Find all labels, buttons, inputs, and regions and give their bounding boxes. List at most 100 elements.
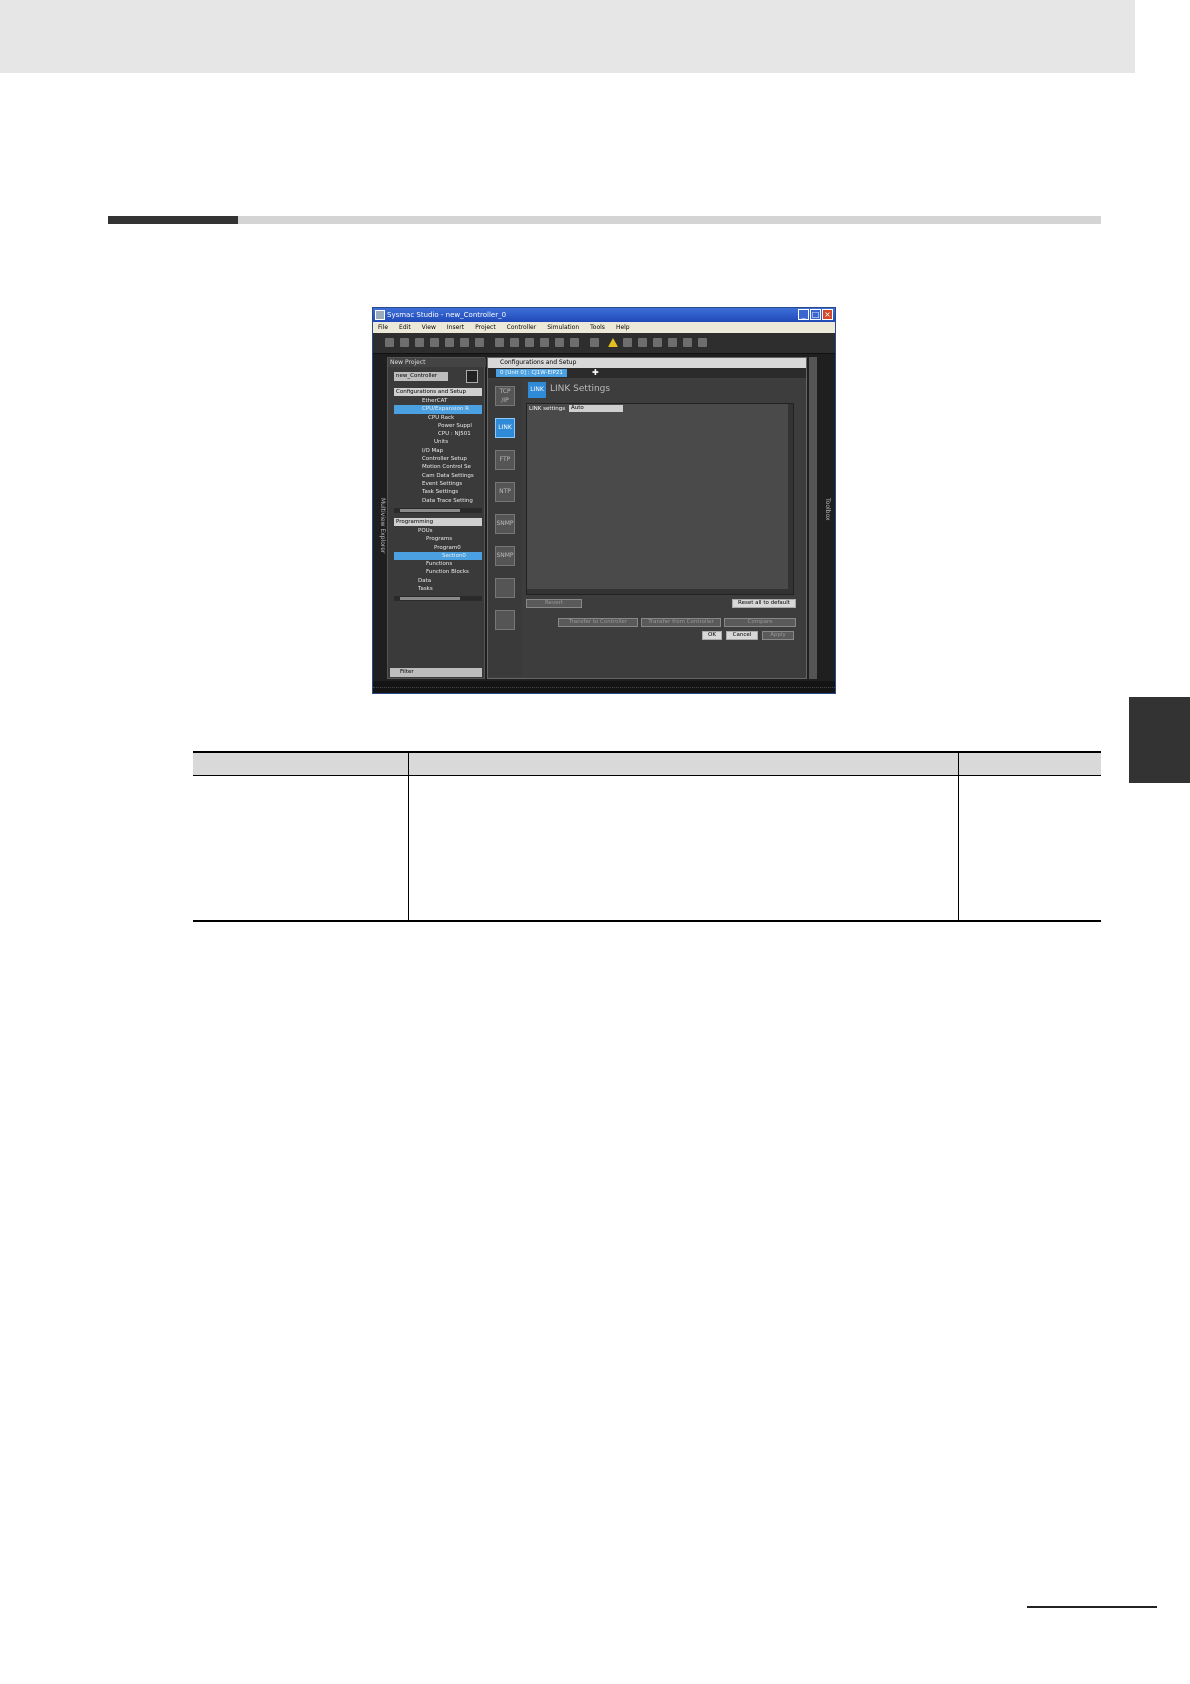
- snmp-trap-icon[interactable]: SNMP: [495, 546, 515, 566]
- toolbar-button-icon[interactable]: [495, 338, 504, 347]
- toolbar-button-icon[interactable]: [638, 338, 647, 347]
- menu-view[interactable]: View: [417, 322, 442, 333]
- controller-select[interactable]: new_Controller: [394, 372, 448, 381]
- toolbar-button-icon[interactable]: [668, 338, 677, 347]
- settings-area: LINK settings Auto: [526, 403, 794, 595]
- menu-help[interactable]: Help: [611, 322, 636, 333]
- tree-item-tasks[interactable]: Tasks: [394, 585, 482, 593]
- tree-item-motion-control[interactable]: Motion Control Se: [394, 463, 482, 471]
- routing-icon[interactable]: [495, 610, 515, 630]
- tree-item-data[interactable]: Data: [394, 577, 482, 585]
- settings-vertical-scrollbar[interactable]: [788, 404, 793, 594]
- warning-icon[interactable]: [608, 338, 618, 347]
- toolbar-button-icon[interactable]: [698, 338, 707, 347]
- toolbar-button-icon[interactable]: [555, 338, 564, 347]
- tree-item-function-blocks[interactable]: Function Blocks: [394, 568, 482, 576]
- filter-bar[interactable]: Filter: [390, 668, 482, 677]
- minimize-button[interactable]: _: [798, 309, 809, 320]
- undo-icon[interactable]: [445, 338, 454, 347]
- explorer-scrollbar[interactable]: [394, 508, 482, 513]
- programming-tree: POUs Programs Program0 Section0 Function…: [394, 527, 482, 593]
- menu-bar: File Edit View Insert Project Controller…: [373, 322, 835, 333]
- tree-item-functions[interactable]: Functions: [394, 560, 482, 568]
- menu-tools[interactable]: Tools: [585, 322, 611, 333]
- tree-item-task-settings[interactable]: Task Settings: [394, 488, 482, 496]
- toolbar-button-icon[interactable]: [570, 338, 579, 347]
- maximize-button[interactable]: □: [810, 309, 821, 320]
- tree-item-pous[interactable]: POUs: [394, 527, 482, 535]
- section-rule: [108, 216, 1101, 224]
- transfer-from-controller-button[interactable]: Transfer from Controller: [641, 618, 721, 627]
- apply-button[interactable]: Apply: [762, 631, 794, 640]
- link-icon[interactable]: LINK: [495, 418, 515, 438]
- status-bar: [373, 681, 835, 693]
- ntp-icon[interactable]: NTP: [495, 482, 515, 502]
- screenshot-window: Sysmac Studio - new_Controller_0 _ □ × F…: [372, 307, 836, 694]
- reset-all-button[interactable]: Reset all to default: [732, 599, 796, 608]
- tree-item-units[interactable]: Units: [394, 438, 482, 446]
- snmp-icon[interactable]: SNMP: [495, 514, 515, 534]
- toolbar-button-icon[interactable]: [540, 338, 549, 347]
- toolbar-button-icon[interactable]: [415, 338, 424, 347]
- ok-button[interactable]: OK: [702, 631, 722, 640]
- tree-item-ethercat[interactable]: EtherCAT: [394, 397, 482, 405]
- ftp-icon[interactable]: FTP: [495, 450, 515, 470]
- tree-item-data-trace[interactable]: Data Trace Setting: [394, 497, 482, 505]
- tree-item-cam-data[interactable]: Cam Data Settings: [394, 472, 482, 480]
- tab-unit0[interactable]: 0 [Unit 0] : CJ1W-EIP21: [496, 369, 567, 377]
- add-tab-icon[interactable]: ✚: [592, 368, 599, 378]
- close-button[interactable]: ×: [822, 309, 833, 320]
- menu-insert[interactable]: Insert: [442, 322, 470, 333]
- settings-horizontal-scrollbar[interactable]: [527, 589, 793, 594]
- toolbar-button-icon[interactable]: [623, 338, 632, 347]
- cancel-button[interactable]: Cancel: [726, 631, 758, 640]
- menu-project[interactable]: Project: [470, 322, 502, 333]
- toolbar-button-icon[interactable]: [475, 338, 484, 347]
- toolbar-button-icon[interactable]: [683, 338, 692, 347]
- menu-controller[interactable]: Controller: [502, 322, 543, 333]
- toolbar-button-icon[interactable]: [430, 338, 439, 347]
- tree-item-event-settings[interactable]: Event Settings: [394, 480, 482, 488]
- transfer-to-controller-button[interactable]: Transfer to Controller: [558, 618, 638, 627]
- link-settings-dropdown[interactable]: Auto: [569, 405, 623, 412]
- link-settings-label: LINK settings: [529, 406, 566, 412]
- link-heading-icon: LINK: [528, 382, 546, 398]
- revert-button[interactable]: Revert: [526, 599, 582, 608]
- panel-title: Configurations and Setup: [488, 358, 806, 368]
- compare-button[interactable]: Compare: [724, 618, 796, 627]
- tree-item-program0[interactable]: Program0: [394, 544, 482, 552]
- menu-edit[interactable]: Edit: [394, 322, 417, 333]
- tcpip-icon[interactable]: TCP /IP: [495, 386, 515, 406]
- toolbox-label: Toolbox: [824, 498, 831, 521]
- programming-group-header[interactable]: Programming: [394, 518, 482, 526]
- programming-scrollbar[interactable]: [394, 596, 482, 601]
- settings-icon-column: TCP /IP LINK FTP NTP SNMP SNMP: [488, 380, 522, 676]
- menu-file[interactable]: File: [373, 322, 394, 333]
- tree-item-controller-setup[interactable]: Controller Setup: [394, 455, 482, 463]
- toolbar-button-icon[interactable]: [385, 338, 394, 347]
- tree-item-power-supply[interactable]: Power Suppl: [394, 422, 482, 430]
- toolbar-button-icon[interactable]: [525, 338, 534, 347]
- table-row: [193, 775, 1101, 922]
- multiview-explorer-label: Multiview Explorer: [379, 498, 386, 554]
- toolbar-button-icon[interactable]: [653, 338, 662, 347]
- toolbar-button-icon[interactable]: [590, 338, 599, 347]
- toolbar-button-icon[interactable]: [400, 338, 409, 347]
- controller-status-button[interactable]: [466, 370, 478, 383]
- redo-icon[interactable]: [460, 338, 469, 347]
- fins-icon[interactable]: [495, 578, 515, 598]
- tree-item-cpu-rack[interactable]: CPU Rack: [394, 414, 482, 422]
- tree-item-cpu[interactable]: CPU : NJ501: [394, 430, 482, 438]
- explorer-header: New Project: [388, 358, 486, 367]
- menu-simulation[interactable]: Simulation: [542, 322, 585, 333]
- tree-item-io-map[interactable]: I/O Map: [394, 447, 482, 455]
- tree-item-cpu-expansion[interactable]: CPU/Expansion R: [394, 405, 482, 414]
- wrench-icon[interactable]: [510, 338, 519, 347]
- table-header-row: [193, 751, 1101, 775]
- config-group-header[interactable]: Configurations and Setup: [394, 388, 482, 396]
- panel-splitter[interactable]: [809, 357, 817, 679]
- tree-item-section0[interactable]: Section0: [394, 551, 482, 561]
- window-title: Sysmac Studio - new_Controller_0: [387, 311, 507, 319]
- tree-item-programs[interactable]: Programs: [394, 535, 482, 543]
- config-tree: EtherCAT CPU/Expansion R CPU Rack Power …: [394, 397, 482, 505]
